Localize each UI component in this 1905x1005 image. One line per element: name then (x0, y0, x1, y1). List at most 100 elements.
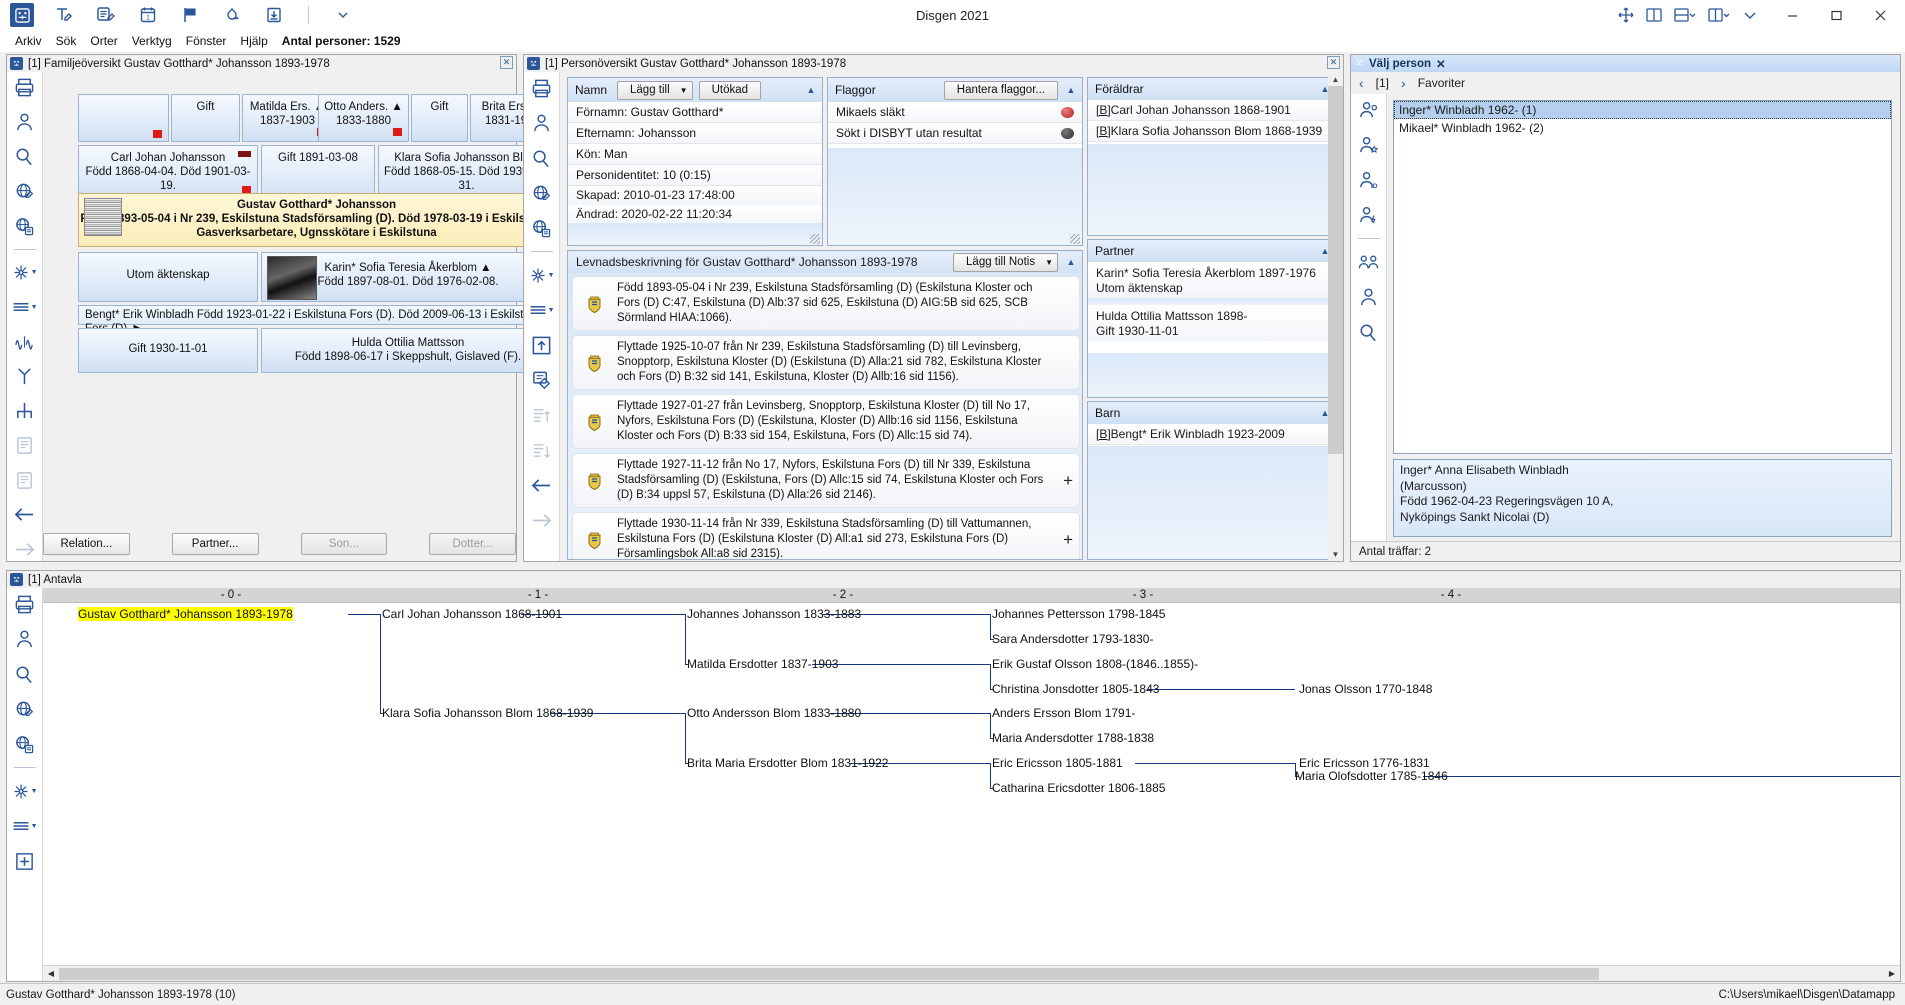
report2-icon[interactable] (12, 468, 38, 492)
relation-star-icon[interactable]: ▼ (12, 261, 38, 285)
person-add-icon[interactable] (1356, 203, 1382, 227)
calendar-icon[interactable]: 1 (136, 3, 160, 27)
scroll-thumb[interactable] (1328, 86, 1343, 454)
main-person-card[interactable]: Gustav Gotthard* Johansson Född 1893-05-… (78, 193, 555, 247)
person-result-list[interactable]: Inger* Winbladh 1962- (1) Mikael* Winbla… (1393, 100, 1892, 454)
dotter-button[interactable]: Dotter... (429, 533, 516, 555)
expand-note-icon[interactable]: + (1063, 531, 1073, 548)
antavla-node[interactable]: Eric Ericsson 1776-1831 (1299, 756, 1430, 770)
globe-map-icon[interactable] (12, 732, 38, 756)
descendant-chart-icon[interactable] (12, 365, 38, 389)
person-icon[interactable] (529, 111, 555, 135)
forward-arrow-icon[interactable] (12, 538, 38, 562)
list-icon[interactable]: ▼ (529, 298, 555, 322)
scroll-left-icon[interactable]: ◀ (43, 966, 59, 981)
move-icon[interactable] (1617, 6, 1635, 24)
name-row-firstname[interactable]: Förnamn: Gustav Gotthard* (568, 102, 822, 123)
family-tree-icon[interactable] (10, 3, 34, 27)
edit-note-icon[interactable] (94, 3, 118, 27)
search-icon[interactable] (529, 146, 555, 170)
close-icon[interactable]: ✕ (1436, 57, 1446, 71)
breadcrumb-label[interactable]: Favoriter (1418, 76, 1465, 90)
relation2-card[interactable]: Gift 1930-11-01 (78, 328, 258, 373)
menu-item-arkiv[interactable]: Arkiv (8, 32, 49, 50)
antavla-node[interactable]: Johannes Johansson 1833-1883 (687, 607, 861, 621)
collapse-icon[interactable]: ▲ (1064, 257, 1078, 267)
father-card[interactable]: Carl Johan Johansson Född 1868-04-04. Dö… (78, 145, 258, 206)
grandparent-card-5[interactable]: Gift (411, 94, 468, 142)
globe-map-icon[interactable] (529, 216, 555, 240)
help-caret-icon[interactable] (1741, 6, 1759, 24)
parent-row-father[interactable]: [B]Carl Johan Johansson 1868-1901 (1088, 100, 1336, 121)
scroll-thumb[interactable] (59, 967, 1599, 980)
antavla-node[interactable]: Brita Maria Ersdotter Blom 1831-1922 (687, 756, 888, 770)
antavla-node[interactable]: Johannes Pettersson 1798-1845 (992, 607, 1165, 621)
sort-up-icon[interactable] (529, 403, 555, 427)
partner1-card[interactable]: Karin* Sofia Teresia Åkerblom ▲ Född 189… (261, 252, 555, 302)
relation1-card[interactable]: Utom äktenskap (78, 252, 258, 302)
back-arrow-icon[interactable] (12, 503, 38, 527)
globe-edit-icon[interactable] (529, 181, 555, 205)
sort-down-icon[interactable] (529, 438, 555, 462)
ancestor-chart-icon[interactable] (12, 399, 38, 423)
flag-row-1[interactable]: Mikaels släkt (828, 102, 1082, 123)
resize-handle[interactable] (1070, 234, 1080, 244)
forward-icon[interactable]: › (1401, 75, 1406, 91)
name-row-personid[interactable]: Personidentitet: 10 (0:15) (568, 165, 822, 186)
note-tag-icon[interactable] (529, 368, 555, 392)
child-row-1[interactable]: Bengt* Erik Winbladh Född 1923-01-22 i E… (78, 305, 555, 335)
search-icon[interactable] (1356, 320, 1382, 344)
life-note[interactable]: Född 1893-05-04 i Nr 239, Eskilstuna Sta… (572, 276, 1080, 331)
antavla-node[interactable]: Klara Sofia Johansson Blom 1868-1939 (382, 706, 593, 720)
person-id-icon[interactable]: ID (1356, 168, 1382, 192)
people-group-icon[interactable] (1356, 250, 1382, 274)
expand-note-icon[interactable]: + (1063, 472, 1073, 489)
compare-icon[interactable] (12, 330, 38, 354)
maximize-button[interactable] (1815, 0, 1857, 30)
close-icon[interactable]: ✕ (1327, 56, 1340, 69)
import-icon[interactable] (262, 3, 286, 27)
window-arrange-icon[interactable] (1673, 6, 1697, 24)
life-note-list[interactable]: Född 1893-05-04 i Nr 239, Eskilstuna Sta… (568, 273, 1082, 559)
back-icon[interactable]: ‹ (1359, 75, 1364, 91)
antavla-node[interactable]: Eric Ericsson 1805-1881 (992, 756, 1123, 770)
partner2-card[interactable]: Hulda Ottilia Mattsson Född 1898-06-17 i… (261, 328, 555, 373)
partner-row-1[interactable]: Karin* Sofia Teresia Åkerblom 1897-1976 … (1088, 262, 1336, 298)
report-icon[interactable] (12, 434, 38, 458)
globe-edit-icon[interactable] (12, 697, 38, 721)
menu-item-hjalp[interactable]: Hjälp (233, 32, 274, 50)
edit-person-icon[interactable] (52, 3, 76, 27)
move-up-icon[interactable] (529, 333, 555, 357)
scroll-right-icon[interactable]: ▶ (1884, 966, 1900, 981)
name-row-lastname[interactable]: Efternamn: Johansson (568, 123, 822, 144)
relation-star-icon[interactable]: ▼ (12, 779, 38, 803)
antavla-node[interactable]: Maria Olofsdotter 1785-1846 (1295, 769, 1448, 783)
person-icon[interactable] (1356, 285, 1382, 309)
menu-item-verktyg[interactable]: Verktyg (125, 32, 179, 50)
zoom-in-icon[interactable] (12, 849, 38, 873)
antavla-node[interactable]: Christina Jonsdotter 1805-1843 (992, 682, 1159, 696)
grandparent-card-2[interactable]: Gift (171, 94, 240, 142)
shield-source-icon[interactable] (220, 3, 244, 27)
minimize-button[interactable] (1771, 0, 1813, 30)
print-icon[interactable] (12, 76, 38, 100)
grandparent-card-4[interactable]: Otto Anders. ▲ 1833-1880 (318, 94, 409, 142)
print-icon[interactable] (12, 592, 38, 616)
menu-item-sok[interactable]: Sök (49, 32, 84, 50)
menu-item-orter[interactable]: Orter (83, 32, 124, 50)
life-note[interactable]: Flyttade 1930-11-14 från Nr 339, Eskilst… (572, 512, 1080, 559)
flag-icon[interactable] (178, 3, 202, 27)
scroll-track[interactable] (59, 966, 1884, 981)
antavla-canvas[interactable]: - 0 - - 1 - - 2 - - 3 - - 4 - Gustav Got… (43, 588, 1900, 981)
collapse-icon[interactable]: ▲ (804, 85, 818, 95)
relation-button[interactable]: Relation... (43, 533, 130, 555)
window-tile-icon[interactable] (1707, 6, 1731, 24)
flag-row-2[interactable]: Sökt i DISBYT utan resultat (828, 123, 1082, 144)
globe-edit-icon[interactable] (12, 180, 38, 204)
search-icon[interactable] (12, 145, 38, 169)
print-icon[interactable] (529, 76, 555, 100)
forward-arrow-icon[interactable] (529, 508, 555, 532)
antavla-node[interactable]: Sara Andersdotter 1793-1830- (992, 632, 1153, 646)
resize-handle[interactable] (810, 234, 820, 244)
antavla-node[interactable]: Matilda Ersdotter 1837-1903 (687, 657, 838, 671)
